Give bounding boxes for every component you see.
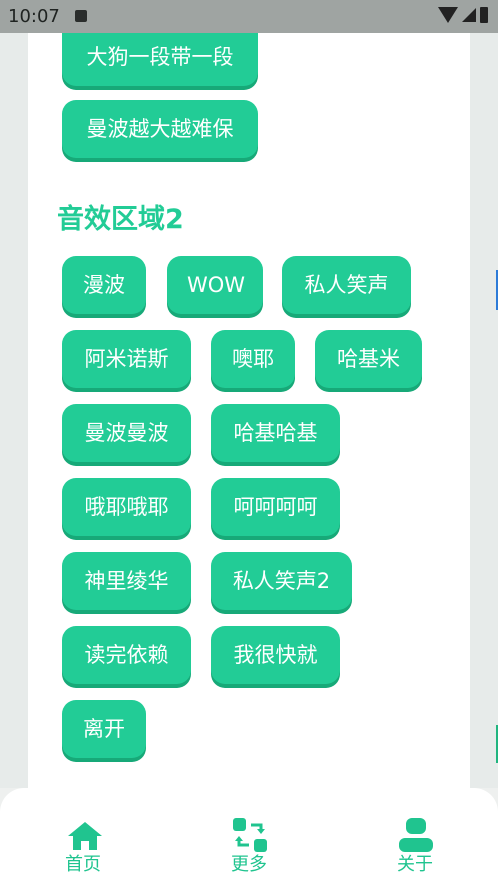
home-icon [68, 822, 102, 850]
sound-button-8[interactable]: 哈基哈基 [211, 404, 340, 462]
status-bar: 10:07 [0, 0, 498, 33]
notification-icon [75, 10, 87, 22]
sound-button-1[interactable]: 漫波 [62, 256, 146, 314]
wifi-icon [438, 7, 458, 23]
sound-button-manbo[interactable]: 曼波越大越难保 [62, 100, 258, 158]
sound-button-dagou[interactable]: 大狗一段带一段 [62, 33, 258, 86]
section-title-audio-area-2: 音效区域2 [57, 204, 184, 235]
content-card[interactable]: 大狗一段带一段 曼波越大越难保 漫波 WOW 私人笑声 阿米诺斯 噢耶 哈基米 … [28, 33, 470, 788]
battery-icon [480, 7, 488, 23]
status-time: 10:07 [8, 6, 60, 27]
about-icon [399, 818, 433, 852]
nav-home[interactable]: 首页 [53, 802, 113, 875]
sound-button-11[interactable]: 神里绫华 [62, 552, 191, 610]
nav-about[interactable]: 关于 [385, 802, 445, 875]
nav-about-label: 关于 [397, 854, 433, 875]
sound-button-6[interactable]: 哈基米 [315, 330, 422, 388]
more-icon [233, 818, 267, 852]
sound-button-7[interactable]: 曼波曼波 [62, 404, 191, 462]
signal-icon [462, 8, 476, 22]
sound-button-3[interactable]: 私人笑声 [282, 256, 411, 314]
sound-button-13[interactable]: 读完依赖 [62, 626, 191, 684]
bottom-navigation: 首页 更多 关于 [0, 788, 498, 885]
sound-button-5[interactable]: 噢耶 [211, 330, 295, 388]
sound-button-15[interactable]: 离开 [62, 700, 146, 758]
nav-more[interactable]: 更多 [219, 802, 279, 875]
nav-home-label: 首页 [65, 854, 101, 875]
sound-button-10[interactable]: 呵呵呵呵 [211, 478, 340, 536]
status-icons [438, 7, 488, 23]
sound-button-4[interactable]: 阿米诺斯 [62, 330, 191, 388]
nav-more-label: 更多 [231, 854, 267, 875]
sound-button-2[interactable]: WOW [167, 256, 263, 314]
left-background-strip [0, 33, 28, 788]
sound-button-12[interactable]: 私人笑声2 [211, 552, 352, 610]
sound-button-14[interactable]: 我很快就 [211, 626, 340, 684]
sound-button-9[interactable]: 哦耶哦耶 [62, 478, 191, 536]
right-background-strip [470, 33, 498, 788]
